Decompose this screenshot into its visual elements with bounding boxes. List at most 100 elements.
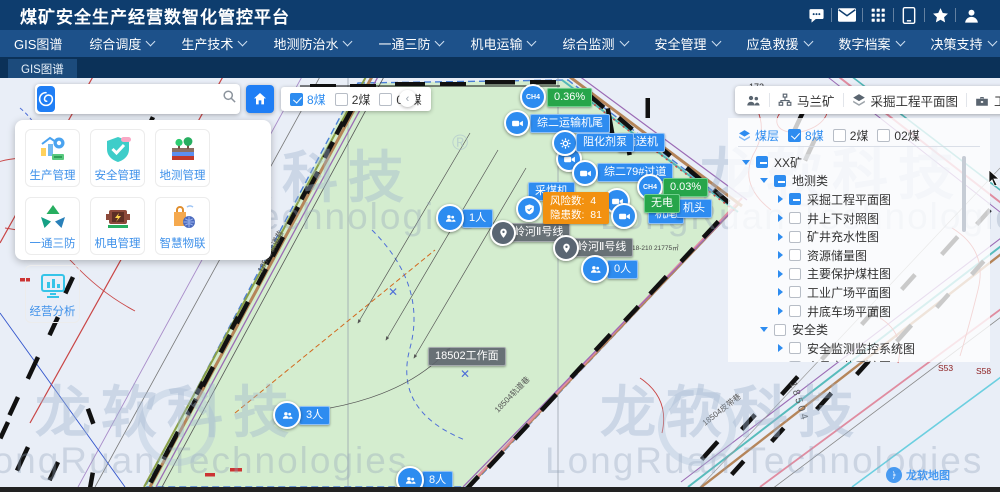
- shield-icon[interactable]: [516, 196, 542, 222]
- location-pin-icon[interactable]: [490, 220, 516, 246]
- tile-business-analysis[interactable]: 经营分析: [25, 265, 80, 323]
- mail-icon[interactable]: [832, 5, 862, 25]
- risk-hazard-panel[interactable]: 风险数: 4 隐患数: 81: [543, 192, 609, 224]
- tree-node-pit-bottom-yard[interactable]: 井底车场平面图: [738, 302, 980, 321]
- tile-electromech-mgmt[interactable]: 机电管理: [90, 197, 145, 255]
- tools-button[interactable]: 工具: [975, 91, 1000, 110]
- apps-grid-icon[interactable]: [863, 5, 893, 25]
- tile-production-mgmt[interactable]: 生产管理: [25, 129, 80, 187]
- tile-smart-iot[interactable]: 智慧物联: [155, 197, 210, 255]
- crossing-label[interactable]: 综二79#过道: [597, 163, 673, 182]
- no-power-label[interactable]: 无电: [644, 194, 680, 213]
- ch4-sensor-icon[interactable]: CH4: [520, 84, 546, 110]
- people-count-label[interactable]: 8人: [422, 471, 453, 487]
- nav-item-safety[interactable]: 安全管理: [655, 34, 720, 53]
- tree-node-resource-reserve[interactable]: 资源储量图: [738, 246, 980, 265]
- search-input[interactable]: [59, 86, 218, 112]
- tile-ventilation[interactable]: 一通三防: [25, 197, 80, 255]
- nav-item-monitoring[interactable]: 综合监测: [562, 34, 627, 53]
- tree-node-mining-plan[interactable]: 采掘工程平面图: [738, 190, 980, 209]
- caret-collapsed-icon[interactable]: [778, 307, 783, 315]
- seam-option-8[interactable]: 8煤: [290, 91, 326, 108]
- checkbox-unchecked[interactable]: [774, 324, 786, 336]
- checkbox-unchecked[interactable]: [789, 249, 801, 261]
- caret-collapsed-icon[interactable]: [778, 251, 783, 259]
- caret-collapsed-icon[interactable]: [778, 214, 783, 222]
- people-icon[interactable]: [396, 466, 424, 487]
- checkbox-unchecked[interactable]: [789, 305, 801, 317]
- nav-item-ventilation[interactable]: 一通三防: [378, 34, 443, 53]
- checkbox-partial[interactable]: [756, 156, 768, 168]
- panel-scrollbar[interactable]: [962, 156, 966, 232]
- camera-icon[interactable]: [504, 110, 530, 136]
- tree-node-safety-monitoring[interactable]: 安全监测监控系统图: [738, 339, 980, 358]
- nav-item-dispatch[interactable]: 综合调度: [89, 34, 154, 53]
- pipeline-label[interactable]: 岭河Ⅱ号线: [570, 238, 633, 257]
- inhibitor-pump-label[interactable]: 阻化剂泵: [576, 133, 634, 152]
- user-icon[interactable]: [956, 5, 986, 25]
- nav-item-archives[interactable]: 数字档案: [839, 34, 904, 53]
- gear-icon[interactable]: [552, 130, 578, 156]
- tree-node-coal-pillar[interactable]: 主要保护煤柱图: [738, 265, 980, 284]
- caret-collapsed-icon[interactable]: [778, 233, 783, 241]
- checkbox-unchecked[interactable]: [789, 342, 801, 354]
- checkbox-unchecked[interactable]: [335, 93, 348, 106]
- search-icon[interactable]: [222, 89, 237, 109]
- chat-icon[interactable]: [801, 5, 831, 25]
- checkbox-unchecked[interactable]: [789, 212, 801, 224]
- checkbox-partial[interactable]: [789, 193, 801, 205]
- caret-collapsed-icon[interactable]: [778, 288, 783, 296]
- checkbox-unchecked[interactable]: [833, 129, 846, 142]
- nav-item-gis[interactable]: GIS图谱: [14, 34, 62, 53]
- checkbox-partial[interactable]: [774, 175, 786, 187]
- location-pin-icon[interactable]: [553, 235, 579, 261]
- drawing-selector-button[interactable]: 采掘工程平面图: [852, 91, 959, 110]
- star-icon[interactable]: [925, 5, 955, 25]
- nav-item-electromech[interactable]: 机电运输: [470, 34, 535, 53]
- seam-option-2[interactable]: 2煤: [335, 91, 371, 108]
- checkbox-checked[interactable]: [788, 129, 801, 142]
- checkbox-unchecked[interactable]: [789, 361, 801, 362]
- people-icon[interactable]: [273, 401, 301, 429]
- caret-expanded-icon[interactable]: [760, 327, 768, 332]
- workface-label[interactable]: 18502工作面: [428, 347, 506, 366]
- nav-item-emergency[interactable]: 应急救援: [747, 34, 812, 53]
- tree-node-personnel-location[interactable]: 人员定位系统图: [738, 358, 980, 362]
- people-count-label[interactable]: 0人: [607, 260, 638, 279]
- longruan-logo[interactable]: [37, 86, 55, 112]
- checkbox-unchecked[interactable]: [379, 93, 392, 106]
- camera-icon[interactable]: [572, 160, 598, 186]
- tile-safety-mgmt[interactable]: 安全管理: [90, 129, 145, 187]
- tree-node-mine[interactable]: XX矿: [738, 153, 980, 172]
- checkbox-unchecked[interactable]: [877, 129, 890, 142]
- people-icon[interactable]: [436, 204, 464, 232]
- collapse-left-icon[interactable]: ‹: [399, 90, 416, 107]
- checkbox-checked[interactable]: [290, 93, 303, 106]
- camera-icon[interactable]: [611, 203, 637, 229]
- caret-collapsed-icon[interactable]: [778, 195, 783, 203]
- checkbox-unchecked[interactable]: [789, 286, 801, 298]
- tree-node-safety-class[interactable]: 安全类: [738, 320, 980, 339]
- people-count-label[interactable]: 3人: [299, 406, 330, 425]
- tree-node-surface-contrast[interactable]: 井上下对照图: [738, 209, 980, 228]
- caret-collapsed-icon[interactable]: [778, 344, 783, 352]
- caret-collapsed-icon[interactable]: [778, 270, 783, 278]
- panel-seam-option-02[interactable]: 02煤: [877, 127, 919, 144]
- tablet-icon[interactable]: [894, 5, 924, 25]
- ch4-value-label[interactable]: 0.36%: [547, 88, 592, 107]
- people-icon[interactable]: [581, 255, 609, 283]
- panel-seam-option-8[interactable]: 8煤: [788, 127, 824, 144]
- mine-selector-button[interactable]: 马兰矿: [778, 91, 835, 110]
- people-count-label[interactable]: 1人: [462, 209, 493, 228]
- nav-item-production-tech[interactable]: 生产技术: [181, 34, 246, 53]
- tree-node-water-filling[interactable]: 矿井充水性图: [738, 227, 980, 246]
- nav-item-decision[interactable]: 决策支持: [931, 34, 996, 53]
- checkbox-unchecked[interactable]: [789, 231, 801, 243]
- people-group-button[interactable]: [746, 94, 761, 107]
- nav-item-geology-water[interactable]: 地测防治水: [273, 34, 351, 53]
- checkbox-unchecked[interactable]: [789, 268, 801, 280]
- tab-gis-map[interactable]: GIS图谱: [8, 59, 77, 78]
- tree-node-industrial-plaza[interactable]: 工业广场平面图: [738, 283, 980, 302]
- tile-geology-mgmt[interactable]: 地测管理: [155, 129, 210, 187]
- caret-expanded-icon[interactable]: [742, 160, 750, 165]
